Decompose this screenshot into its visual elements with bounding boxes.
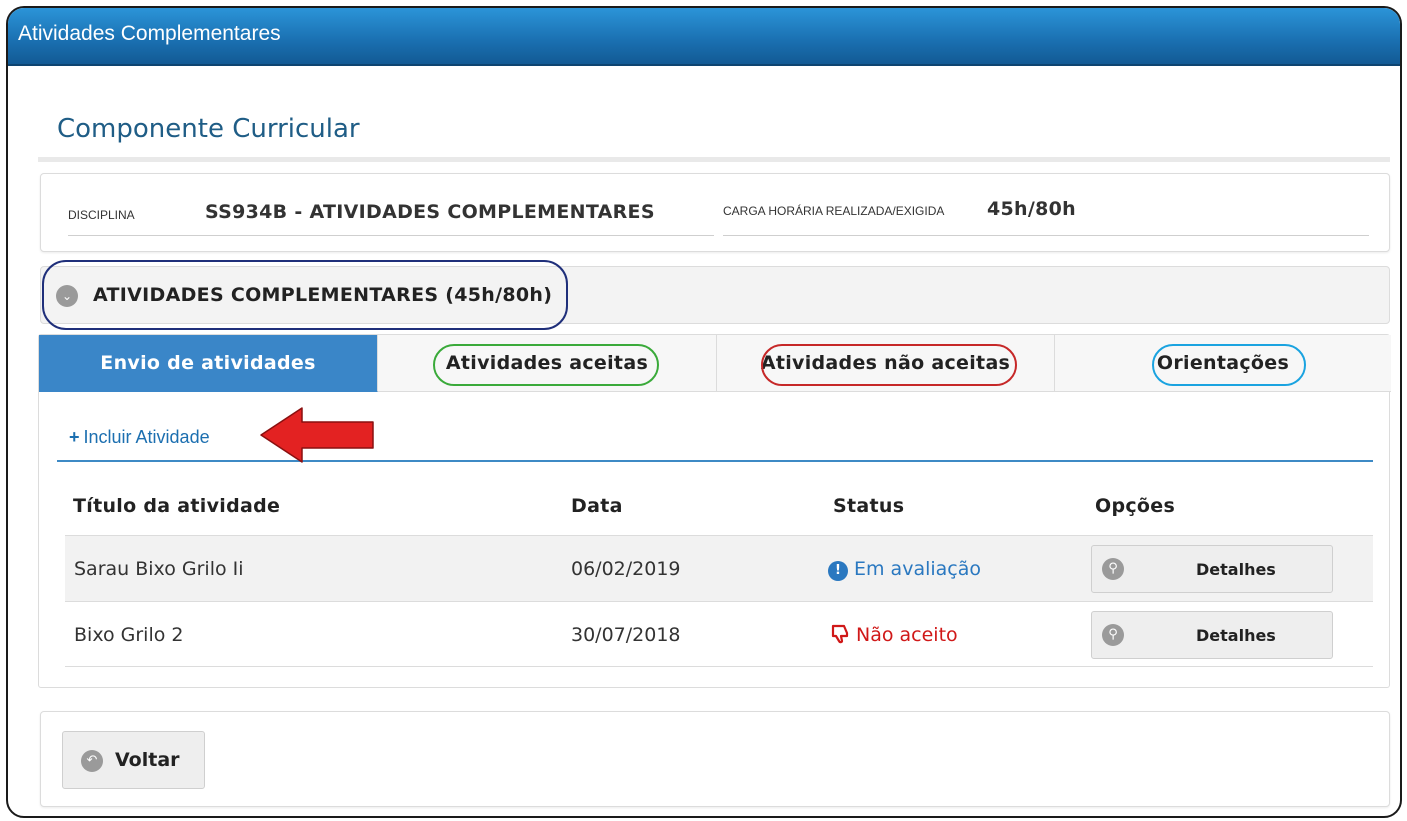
incluir-atividade-label: Incluir Atividade — [83, 427, 210, 447]
column-header-titulo: Título da atividade — [73, 495, 281, 517]
title-divider — [38, 157, 1390, 162]
tab-label: Atividades não aceitas — [760, 352, 1011, 374]
status-text: Não aceito — [856, 624, 958, 646]
row-title: Sarau Bixo Grilo Ii — [74, 558, 244, 580]
disciplina-underline — [68, 235, 714, 236]
accordion-title: ATIVIDADES COMPLEMENTARES (45h/80h) — [93, 284, 553, 306]
tab-label: Orientações — [1156, 352, 1290, 374]
row-title: Bixo Grilo 2 — [74, 624, 184, 646]
exclamation-icon: ! — [828, 561, 848, 581]
page-title: Componente Curricular — [57, 114, 360, 144]
footer-panel: ↶ Voltar — [40, 711, 1390, 807]
column-header-data: Data — [571, 495, 623, 517]
tab-label: Envio de atividades — [100, 352, 316, 374]
detalhes-button[interactable]: ⚲ Detalhes — [1091, 611, 1333, 659]
chevron-down-icon: ⌄ — [56, 285, 78, 307]
carga-horaria-value: 45h/80h — [987, 198, 1076, 220]
tab-label: Atividades aceitas — [445, 352, 649, 374]
row-status: ! Em avaliação — [828, 558, 981, 581]
status-text: Em avaliação — [854, 558, 981, 580]
carga-horaria-label: CARGA HORÁRIA REALIZADA/EXIGIDA — [723, 204, 945, 218]
detalhes-button[interactable]: ⚲ Detalhes — [1091, 545, 1333, 593]
back-arrow-icon: ↶ — [81, 750, 103, 772]
discipline-info-panel: DISCIPLINA SS934B - ATIVIDADES COMPLEMEN… — [40, 173, 1390, 252]
plus-icon: + — [69, 427, 80, 447]
search-icon: ⚲ — [1102, 558, 1124, 580]
incluir-atividade-link[interactable]: + Incluir Atividade — [69, 427, 210, 448]
tab-atividades-aceitas[interactable]: Atividades aceitas — [378, 335, 717, 392]
red-arrow-annotation — [260, 407, 374, 463]
tabs-panel: Envio de atividades Atividades aceitas A… — [38, 334, 1391, 688]
atividades-accordion-header[interactable]: ⌄ ATIVIDADES COMPLEMENTARES (45h/80h) — [40, 266, 1390, 324]
thumbs-down-icon — [831, 624, 849, 644]
tab-envio-de-atividades[interactable]: Envio de atividades — [39, 335, 378, 392]
tab-orientacoes[interactable]: Orientações — [1055, 335, 1391, 392]
detalhes-label: Detalhes — [1196, 626, 1276, 645]
window-title: Atividades Complementares — [18, 22, 281, 45]
detalhes-label: Detalhes — [1196, 560, 1276, 579]
row-date: 30/07/2018 — [571, 624, 681, 646]
column-header-status: Status — [833, 495, 905, 517]
row-status: Não aceito — [831, 624, 958, 646]
disciplina-label: DISCIPLINA — [68, 208, 135, 222]
voltar-label: Voltar — [115, 749, 180, 771]
table-row: Bixo Grilo 2 30/07/2018 Não aceito ⚲ Det… — [65, 601, 1373, 667]
column-header-opcoes: Opções — [1095, 495, 1176, 517]
search-icon: ⚲ — [1102, 624, 1124, 646]
link-divider — [57, 460, 1373, 462]
disciplina-value: SS934B - ATIVIDADES COMPLEMENTARES — [205, 201, 655, 223]
tab-atividades-nao-aceitas[interactable]: Atividades não aceitas — [717, 335, 1055, 392]
row-date: 06/02/2019 — [571, 558, 681, 580]
carga-horaria-underline — [723, 235, 1369, 236]
app-window: Atividades Complementares Componente Cur… — [6, 6, 1402, 818]
table-row: Sarau Bixo Grilo Ii 06/02/2019 ! Em avali… — [65, 535, 1373, 601]
voltar-button[interactable]: ↶ Voltar — [62, 731, 205, 789]
window-titlebar: Atividades Complementares — [8, 8, 1400, 66]
